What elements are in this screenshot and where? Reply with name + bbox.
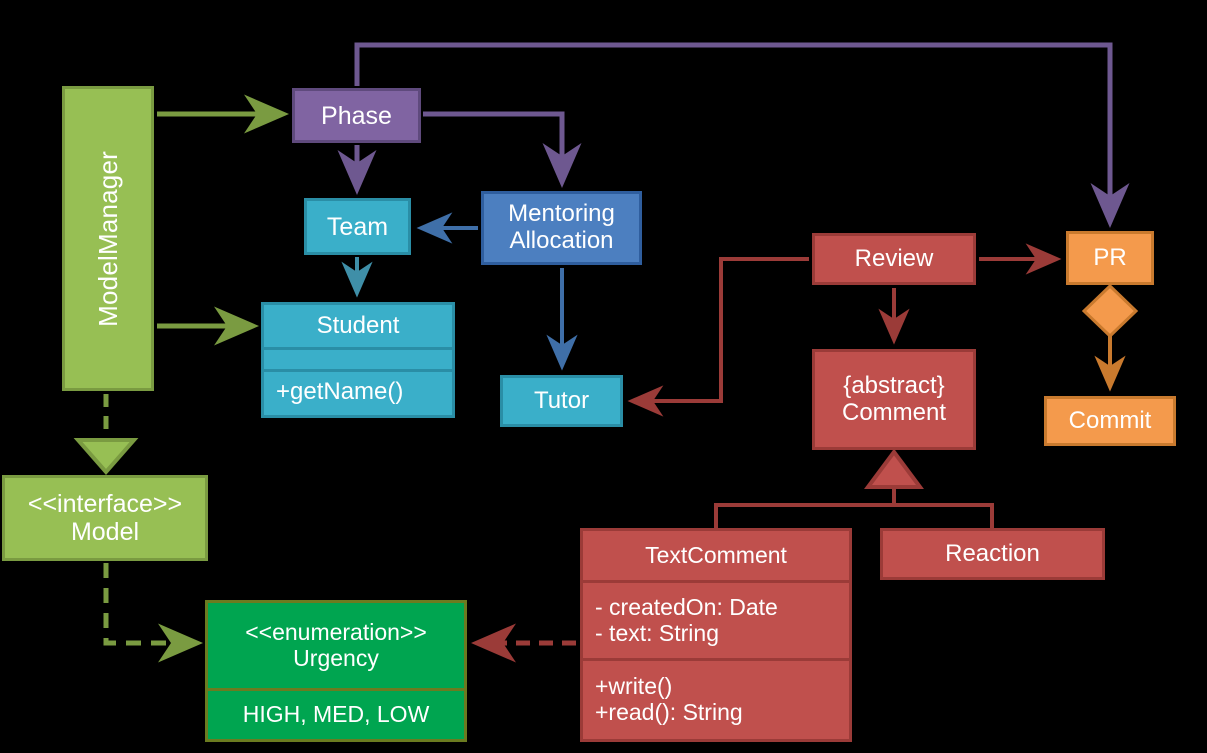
edge-model-urgency: [103, 563, 204, 663]
class-name-modelmanager: ModelManager: [92, 150, 123, 327]
class-name-comment: {abstract} Comment: [841, 371, 947, 426]
class-operations-textcomment: +write() +read(): String: [595, 673, 743, 725]
edge-phase-pr: [354, 42, 1130, 229]
class-name-student: Student: [264, 305, 452, 350]
edge-review-tutor: [627, 257, 809, 417]
class-node-team[interactable]: Team: [304, 198, 411, 255]
class-operations-student: +getName(): [276, 377, 404, 405]
class-name-model: <<interface>> Model: [27, 490, 183, 546]
class-node-student[interactable]: Student +getName(): [261, 302, 455, 418]
uml-class-diagram-canvas: ModelManager <<interface>> Model <<enume…: [0, 0, 1207, 753]
class-node-textcomment[interactable]: TextComment - createdOn: Date - text: St…: [580, 528, 852, 742]
class-name-mentoring-allocation: Mentoring Allocation: [508, 200, 615, 254]
class-name-reaction: Reaction: [945, 539, 1040, 567]
class-name-textcomment: TextComment: [583, 531, 849, 583]
class-node-reaction[interactable]: Reaction: [880, 528, 1105, 580]
class-name-review: Review: [854, 244, 934, 272]
edge-phase-mentoring: [423, 111, 582, 189]
class-attributes-student: [264, 350, 452, 372]
class-node-review[interactable]: Review: [812, 233, 976, 285]
class-node-tutor[interactable]: Tutor: [500, 375, 623, 427]
enum-literals-urgency: HIGH, MED, LOW: [242, 701, 430, 728]
class-name-pr: PR: [1093, 243, 1127, 271]
edge-modelmanager-model: [73, 394, 139, 476]
class-name-phase: Phase: [321, 101, 392, 130]
class-node-model[interactable]: <<interface>> Model: [2, 475, 208, 561]
class-name-tutor: Tutor: [533, 386, 590, 414]
class-node-mentoring-allocation[interactable]: Mentoring Allocation: [481, 191, 642, 265]
edge-pr-commit: [1081, 283, 1139, 392]
class-node-modelmanager[interactable]: ModelManager: [62, 86, 154, 391]
class-name-team: Team: [326, 212, 389, 241]
class-node-commit[interactable]: Commit: [1044, 396, 1176, 446]
class-attributes-textcomment: - createdOn: Date - text: String: [583, 583, 849, 661]
class-name-commit: Commit: [1068, 406, 1152, 434]
class-node-phase[interactable]: Phase: [292, 88, 421, 143]
class-node-urgency[interactable]: <<enumeration>> Urgency HIGH, MED, LOW: [205, 600, 467, 742]
edge-generalization-comment: [714, 448, 994, 528]
class-name-urgency: <<enumeration>> Urgency: [208, 603, 464, 692]
class-node-pr[interactable]: PR: [1066, 231, 1154, 285]
class-node-comment[interactable]: {abstract} Comment: [812, 349, 976, 450]
